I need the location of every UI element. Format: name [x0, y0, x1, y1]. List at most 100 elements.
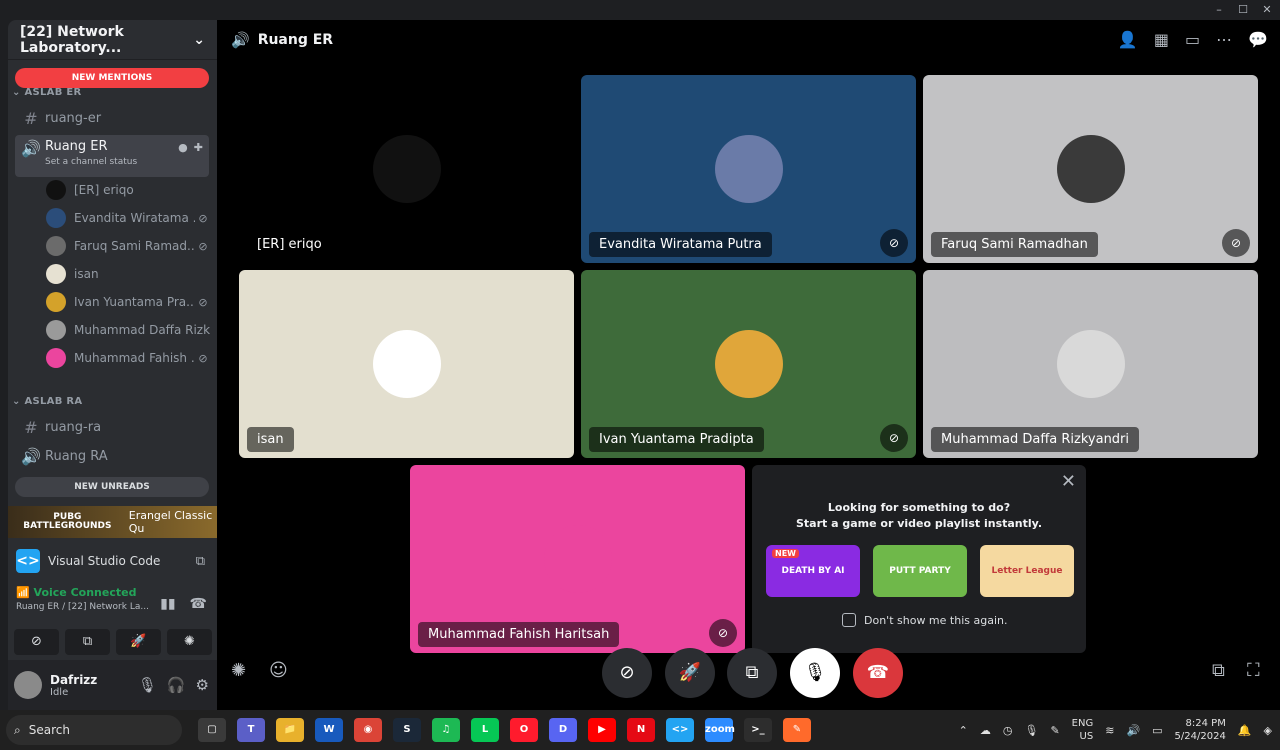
disconnect-button[interactable]: ☎	[853, 648, 903, 698]
taskbar-app[interactable]: ◉	[354, 718, 382, 742]
new-unreads-button[interactable]: NEW UNREADS	[15, 477, 209, 497]
voice-user[interactable]: Ivan Yuantama Pra... ⊘	[46, 289, 211, 315]
participant-name: Muhammad Fahish Haritsah	[418, 622, 620, 647]
fullscreen-icon[interactable]: ⛶	[1247, 660, 1260, 681]
chevron-up-icon[interactable]: ⌃	[959, 724, 968, 737]
game-card-letter-league[interactable]: Letter League	[980, 545, 1074, 597]
taskbar-app[interactable]: ▢	[198, 718, 226, 742]
camera-toggle-button[interactable]: ⊘	[602, 648, 652, 698]
taskbar-app[interactable]: L	[471, 718, 499, 742]
mic-toggle-button[interactable]: 🎙	[790, 648, 840, 698]
voice-user[interactable]: Faruq Sami Ramad... ⊘	[46, 233, 211, 259]
participant-tile[interactable]: Evandita Wiratama Putra ⊘	[581, 75, 916, 263]
checkbox[interactable]	[842, 613, 856, 627]
server-header[interactable]: [22] Network Laboratory... ⌄	[8, 20, 217, 60]
avatar	[46, 264, 66, 284]
participant-tile[interactable]: Ivan Yuantama Pradipta ⊘	[581, 270, 916, 458]
close-icon[interactable]: ✕	[1061, 471, 1076, 492]
category-aslab-er[interactable]: ⌄ ASLAB ER	[12, 87, 82, 98]
avatar	[46, 208, 66, 228]
avatar	[46, 180, 66, 200]
voice-user[interactable]: Evandita Wiratama ... ⊘	[46, 205, 211, 231]
channel-ruang-er-voice[interactable]: 🔊 Ruang ER Set a channel status ● ✚	[15, 135, 209, 177]
chat-icon[interactable]: ●	[178, 141, 188, 154]
taskbar-app[interactable]: T	[237, 718, 265, 742]
soundboard-icon[interactable]: ✺	[231, 660, 246, 681]
taskbar-app[interactable]: zoom	[705, 718, 735, 742]
disconnect-icon[interactable]: ☎	[190, 596, 207, 612]
participant-tile[interactable]: isan	[239, 270, 574, 458]
activity-button[interactable]: 🚀	[116, 629, 161, 655]
soundboard-icon[interactable]: ▮▮	[160, 596, 175, 612]
headphones-icon[interactable]: 🎧	[167, 676, 186, 694]
voice-connected-panel: 📶 Voice Connected Ruang ER / [22] Networ…	[8, 586, 217, 626]
taskbar-app[interactable]: N	[627, 718, 655, 742]
taskbar-app[interactable]: ▶	[588, 718, 616, 742]
taskbar-app[interactable]: 📁	[276, 718, 304, 742]
avatar	[1056, 135, 1125, 203]
user-panel[interactable]: Dafrizz Idle 🎙 🎧 ⚙	[8, 660, 217, 710]
mic-icon[interactable]: 🎙	[138, 676, 157, 694]
avatar[interactable]	[14, 671, 42, 699]
participant-tile[interactable]: Muhammad Fahish Haritsah ⊘	[410, 465, 745, 653]
participant-tile[interactable]: [ER] eriqo	[239, 75, 574, 263]
wifi-icon[interactable]: ≋	[1105, 724, 1114, 737]
dont-show-checkbox[interactable]: Don't show me this again.	[842, 613, 1007, 627]
search-input[interactable]: ⌕ Search	[6, 715, 182, 745]
share-screen-button[interactable]: ⧉	[65, 629, 110, 655]
speaker-icon: 🔊	[21, 446, 41, 466]
voice-user[interactable]: Muhammad Daffa Rizk...	[46, 317, 211, 343]
taskbar-app[interactable]: ✎	[783, 718, 811, 742]
channel-ruang-ra-text[interactable]: # ruang-ra	[15, 413, 209, 441]
more-icon[interactable]: ⋯	[1216, 30, 1232, 49]
invite-icon[interactable]: ✚	[194, 141, 203, 154]
activity-launch-button[interactable]: 🚀	[665, 648, 715, 698]
taskbar-app[interactable]: O	[510, 718, 538, 742]
taskbar-app[interactable]: ♫	[432, 718, 460, 742]
activity-suggestion-panel: ✕ Looking for something to do? Start a g…	[752, 465, 1086, 653]
new-mentions-button[interactable]: NEW MENTIONS	[15, 68, 209, 88]
bell-icon[interactable]: 🔔	[1238, 724, 1252, 737]
game-card-death-by-ai[interactable]: NEW DEATH BY AI	[766, 545, 860, 597]
add-user-icon[interactable]: 👤	[1118, 30, 1138, 49]
popout-icon[interactable]: ⧉	[1212, 660, 1225, 681]
pen-icon[interactable]: ✎	[1050, 724, 1059, 737]
soundboard-button[interactable]: ✺	[167, 629, 212, 655]
channel-ruang-ra-voice[interactable]: 🔊 Ruang RA	[15, 442, 209, 470]
taskbar-app[interactable]: <>	[666, 718, 694, 742]
clock[interactable]: 8:24 PM 5/24/2024	[1175, 717, 1226, 743]
game-card-putt-party[interactable]: PUTT PARTY	[873, 545, 967, 597]
screen-share-button[interactable]: ⧉	[727, 648, 777, 698]
network-icon[interactable]: ☁	[980, 724, 991, 737]
category-aslab-ra[interactable]: ⌄ ASLAB RA	[12, 396, 82, 407]
stream-icon[interactable]: ⧉	[196, 554, 205, 569]
taskbar-app[interactable]: >_	[744, 718, 772, 742]
volume-icon[interactable]: 🔊	[1126, 724, 1140, 737]
voice-user[interactable]: Muhammad Fahish ... ⊘	[46, 345, 211, 371]
clock-app-icon[interactable]: ◷	[1003, 724, 1013, 737]
gear-icon[interactable]: ⚙	[196, 676, 209, 694]
participant-tile[interactable]: Muhammad Daffa Rizkyandri	[923, 270, 1258, 458]
vscode-activity[interactable]: <> Visual Studio Code ⧉	[8, 542, 217, 580]
camera-off-button[interactable]: ⊘	[14, 629, 59, 655]
mic-tray-icon[interactable]: 🎙	[1024, 724, 1038, 737]
channel-status[interactable]: Set a channel status	[45, 157, 137, 167]
participant-tile[interactable]: Faruq Sami Ramadhan ⊘	[923, 75, 1258, 263]
voice-user[interactable]: isan	[46, 261, 211, 287]
language-indicator[interactable]: ENG US	[1072, 717, 1094, 743]
taskbar-app[interactable]: W	[315, 718, 343, 742]
taskbar-app[interactable]: D	[549, 718, 577, 742]
emoji-icon[interactable]: ☺	[269, 660, 288, 681]
game-activity[interactable]: PUBG BATTLEGROUNDS Erangel Classic Qu	[8, 506, 217, 538]
channel-ruang-er-text[interactable]: # ruang-er	[15, 104, 209, 132]
minimize-button[interactable]: –	[1212, 2, 1226, 18]
close-window-button[interactable]: ✕	[1260, 2, 1274, 18]
maximize-button[interactable]: ☐	[1236, 2, 1250, 18]
copilot-icon[interactable]: ◈	[1264, 724, 1272, 737]
layout-icon[interactable]: ▦	[1154, 30, 1169, 49]
chat-icon[interactable]: 💬	[1248, 30, 1268, 49]
battery-icon[interactable]: ▭	[1152, 724, 1162, 737]
voice-user[interactable]: [ER] eriqo	[46, 177, 211, 203]
taskbar-app[interactable]: S	[393, 718, 421, 742]
inbox-icon[interactable]: ▭	[1185, 30, 1200, 49]
